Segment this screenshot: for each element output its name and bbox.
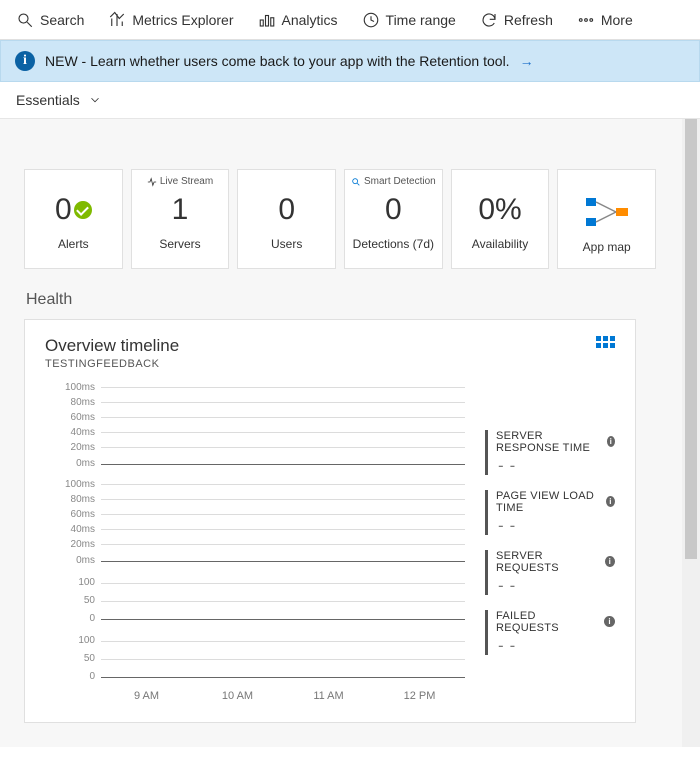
essentials-label: Essentials [16,92,80,108]
refresh-icon [480,11,498,29]
detections-value: 0 [385,193,402,227]
refresh-button[interactable]: Refresh [468,0,565,39]
health-section-title: Health [26,291,656,309]
info-icon: i [15,51,35,71]
info-icon[interactable]: i [606,496,615,507]
toolbar: Search Metrics Explorer Analytics Time r… [0,0,700,40]
timeline-charts: 100ms 80ms 60ms 40ms 20ms 0ms 100ms 80ms… [45,380,465,702]
search-button[interactable]: Search [4,0,96,39]
analytics-icon [258,11,276,29]
info-icon[interactable]: i [605,556,615,567]
check-icon [74,201,92,219]
app-map-label: App map [583,240,631,254]
legend-server-response-time: SERVER RESPONSE TIMEi -- [485,430,615,475]
detections-label: Detections (7d) [353,237,434,251]
servers-value: 1 [172,193,189,227]
bar-chart-icon [108,11,126,29]
content-scroll-area: 0 Alerts Live Stream 1 Servers 0 Users S… [0,119,700,747]
users-value: 0 [278,193,295,227]
refresh-label: Refresh [504,12,553,28]
server-requests-chart: 100 50 0 [45,574,465,628]
alerts-value: 0 [55,193,72,227]
servers-label: Servers [159,237,200,251]
failed-requests-chart: 100 50 0 [45,632,465,686]
info-icon[interactable]: i [607,436,615,447]
timeline-legend: SERVER RESPONSE TIMEi -- PAGE VIEW LOAD … [485,380,615,702]
server-response-time-chart: 100ms 80ms 60ms 40ms 20ms 0ms [45,380,465,473]
timeline-subtitle: TESTINGFEEDBACK [45,358,179,370]
timeline-title: Overview timeline [45,336,179,356]
app-map-icon [586,194,628,230]
more-button[interactable]: More [565,0,645,39]
pulse-icon [147,177,157,187]
scrollbar-thumb[interactable] [685,119,697,559]
scrollbar[interactable] [682,119,700,747]
essentials-toggle[interactable]: Essentials [0,82,700,119]
alerts-label: Alerts [58,237,89,251]
search-icon [16,11,34,29]
search-label: Search [40,12,84,28]
time-range-button[interactable]: Time range [350,0,468,39]
info-banner[interactable]: i NEW - Learn whether users come back to… [0,40,700,82]
overview-tiles: 0 Alerts Live Stream 1 Servers 0 Users S… [24,169,656,269]
magnifier-icon [351,177,361,187]
timeline-x-axis: 9 AM 10 AM 11 AM 12 PM [45,690,465,702]
availability-label: Availability [472,237,528,251]
app-map-tile[interactable]: App map [557,169,656,269]
legend-server-requests: SERVER REQUESTSi -- [485,550,615,595]
analytics-label: Analytics [282,12,338,28]
metrics-label: Metrics Explorer [132,12,233,28]
availability-value: 0% [478,193,521,227]
analytics-button[interactable]: Analytics [246,0,350,39]
users-label: Users [271,237,302,251]
live-stream-badge: Live Stream [132,176,229,187]
page-view-load-time-chart: 100ms 80ms 60ms 40ms 20ms 0ms [45,477,465,570]
more-icon [577,11,595,29]
metrics-explorer-button[interactable]: Metrics Explorer [96,0,245,39]
legend-failed-requests: FAILED REQUESTSi -- [485,610,615,655]
servers-tile[interactable]: Live Stream 1 Servers [131,169,230,269]
info-icon[interactable]: i [604,616,615,627]
smart-detection-badge: Smart Detection [345,176,442,187]
availability-tile[interactable]: 0% Availability [451,169,550,269]
users-tile[interactable]: 0 Users [237,169,336,269]
banner-text: NEW - Learn whether users come back to y… [45,53,510,69]
detections-tile[interactable]: Smart Detection 0 Detections (7d) [344,169,443,269]
more-label: More [601,12,633,28]
alerts-tile[interactable]: 0 Alerts [24,169,123,269]
chevron-down-icon [88,93,102,107]
overview-timeline-card[interactable]: Overview timeline TESTINGFEEDBACK 100ms … [24,319,636,723]
grid-view-icon[interactable] [596,336,615,348]
clock-icon [362,11,380,29]
legend-page-view-load-time: PAGE VIEW LOAD TIMEi -- [485,490,615,535]
arrow-right-icon: → [520,53,534,69]
time-range-label: Time range [386,12,456,28]
